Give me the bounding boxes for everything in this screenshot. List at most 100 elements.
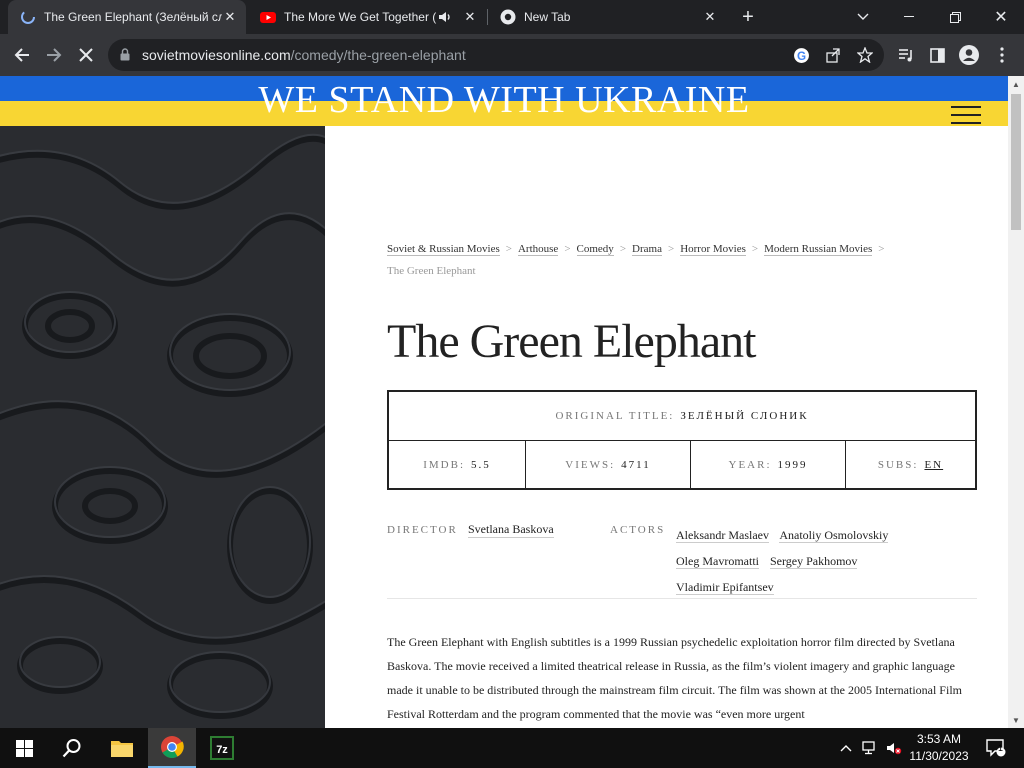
clock-date: 11/30/2023	[909, 749, 969, 763]
actors-list: Aleksandr Maslaev Anatoliy Osmolovskiy O…	[676, 522, 966, 600]
imdb-cell: IMDB: 5.5	[389, 441, 526, 488]
section-divider	[387, 598, 977, 599]
breadcrumb-modern-russian-movies[interactable]: Modern Russian Movies	[764, 243, 873, 256]
scrollbar-thumb[interactable]	[1011, 94, 1021, 230]
bookmark-star-icon[interactable]	[857, 47, 873, 63]
windows-taskbar: 7z 3:53 AM 11/30/2023 1	[0, 728, 1024, 768]
chrome-taskbar-icon[interactable]	[148, 728, 196, 768]
new-tab-plus-icon[interactable]: +	[726, 0, 770, 34]
topographic-pattern	[0, 126, 325, 728]
director-label: DIRECTOR	[387, 524, 458, 536]
address-bar[interactable]: sovietmoviesonline.com/comedy/the-green-…	[108, 39, 884, 71]
movie-description: The Green Elephant with English subtitle…	[387, 635, 962, 721]
actor-link[interactable]: Oleg Mavromatti	[676, 554, 759, 569]
breadcrumb-soviet-russian-movies[interactable]: Soviet & Russian Movies	[387, 243, 500, 256]
subs-cell: SUBS: EN	[846, 441, 975, 488]
ukraine-banner[interactable]: WE STAND WITH UKRAINE	[0, 76, 1008, 126]
tab-youtube[interactable]: The More We Get Together ( ✕	[248, 0, 486, 34]
svg-text:G: G	[797, 50, 806, 63]
page-title: The Green Elephant	[387, 315, 756, 368]
year-label: YEAR:	[728, 458, 772, 471]
network-icon[interactable]	[858, 728, 882, 768]
breadcrumb-horror-movies[interactable]: Horror Movies	[680, 243, 746, 256]
volume-muted-icon[interactable]	[882, 728, 906, 768]
breadcrumb: Soviet & Russian Movies > Arthouse > Comedy >…	[387, 238, 947, 282]
imdb-value: 5.5	[471, 458, 491, 471]
windows-start-icon[interactable]	[0, 728, 48, 768]
breadcrumb-comedy[interactable]: Comedy	[576, 243, 614, 256]
hamburger-menu-icon[interactable]	[949, 104, 983, 126]
youtube-icon	[260, 12, 276, 23]
subs-link[interactable]: EN	[924, 459, 943, 471]
show-hidden-icons-chevron-icon[interactable]	[834, 728, 858, 768]
actor-link[interactable]: Sergey Pakhomov	[769, 554, 858, 569]
scroll-down-arrow-icon[interactable]: ▼	[1008, 712, 1024, 728]
close-window-icon[interactable]: ✕	[978, 0, 1024, 34]
original-title-value: ЗЕЛЁНЫЙ СЛОНИК	[680, 410, 809, 422]
views-cell: VIEWS: 4711	[526, 441, 691, 488]
movie-info-table: ORIGINAL TITLE: ЗЕЛЁНЫЙ СЛОНИК IMDB: 5.5…	[387, 390, 977, 490]
seven-zip-icon[interactable]: 7z	[198, 728, 246, 768]
side-panel-icon[interactable]	[922, 40, 952, 70]
close-tab-icon[interactable]: ✕	[462, 9, 478, 25]
tab-new-tab[interactable]: New Tab ✕	[488, 0, 726, 34]
browser-toolbar: sovietmoviesonline.com/comedy/the-green-…	[0, 34, 1024, 76]
back-arrow-icon[interactable]	[7, 40, 37, 70]
actor-link[interactable]: Vladimir Epifantsev	[676, 580, 774, 595]
original-title-label: ORIGINAL TITLE:	[555, 410, 675, 422]
actors-label: ACTORS	[610, 524, 666, 536]
page-viewport: WE STAND WITH UKRAINE Soviet & Russian M…	[0, 76, 1024, 728]
subs-label: SUBS:	[877, 458, 919, 471]
clock-time: 3:53 AM	[916, 732, 962, 746]
tab-title: The More We Get Together (	[284, 10, 437, 24]
minimize-icon[interactable]	[886, 0, 932, 34]
close-tab-icon[interactable]: ✕	[702, 9, 718, 25]
stats-row: IMDB: 5.5 VIEWS: 4711 YEAR: 1999 SUBS: E…	[389, 441, 975, 488]
year-value: 1999	[777, 458, 808, 471]
loading-icon	[21, 10, 35, 24]
svg-text:7z: 7z	[216, 744, 228, 756]
close-tab-icon[interactable]: ✕	[222, 9, 238, 25]
media-control-icon[interactable]	[891, 40, 921, 70]
tab-title: The Green Elephant (Зелёный сл	[44, 10, 222, 24]
url-host: sovietmoviesonline.com	[142, 47, 291, 63]
notification-count: 1	[998, 743, 1004, 753]
breadcrumb-separator: >	[751, 243, 759, 255]
scroll-up-arrow-icon[interactable]: ▲	[1008, 76, 1024, 92]
chrome-icon	[500, 9, 516, 25]
breadcrumb-separator: >	[564, 243, 571, 255]
breadcrumb-separator: >	[619, 243, 627, 255]
profile-avatar-icon[interactable]	[954, 40, 984, 70]
subs-value[interactable]: EN	[924, 459, 943, 471]
google-lens-icon[interactable]: G	[793, 47, 810, 64]
views-value: 4711	[621, 458, 651, 471]
more-menu-icon[interactable]	[987, 40, 1017, 70]
breadcrumb-arthouse[interactable]: Arthouse	[517, 243, 559, 256]
movie-content: Soviet & Russian Movies > Arthouse > Comedy >…	[387, 126, 977, 728]
decorative-topography-background	[0, 126, 325, 728]
breadcrumb-drama[interactable]: Drama	[632, 243, 662, 256]
views-label: VIEWS:	[565, 458, 616, 471]
url-text[interactable]: sovietmoviesonline.com/comedy/the-green-…	[142, 47, 466, 63]
tab-search-chevron-icon[interactable]	[840, 0, 886, 34]
year-cell: YEAR: 1999	[691, 441, 846, 488]
system-clock[interactable]: 3:53 AM 11/30/2023	[904, 731, 974, 765]
file-explorer-icon[interactable]	[98, 728, 146, 768]
share-icon[interactable]	[825, 47, 841, 63]
tab-green-elephant[interactable]: The Green Elephant (Зелёный сл ✕	[8, 0, 246, 34]
actor-link[interactable]: Anatoliy Osmolovskiy	[779, 528, 889, 543]
breadcrumb-current: The Green Elephant	[387, 265, 476, 277]
stop-loading-icon[interactable]	[71, 40, 101, 70]
restore-icon[interactable]	[932, 0, 978, 34]
director-link[interactable]: Svetlana Baskova	[468, 522, 554, 538]
lock-icon[interactable]	[120, 48, 130, 61]
page-scrollbar[interactable]: ▲ ▼	[1008, 76, 1024, 728]
audio-playing-icon[interactable]	[438, 10, 452, 24]
banner-text: WE STAND WITH UKRAINE	[258, 79, 750, 121]
notifications-icon[interactable]: 1	[978, 728, 1014, 768]
imdb-label: IMDB:	[423, 458, 466, 471]
actor-link[interactable]: Aleksandr Maslaev	[676, 528, 769, 543]
search-icon[interactable]	[48, 728, 96, 768]
tab-strip: The Green Elephant (Зелёный сл ✕ The Mor…	[0, 0, 1024, 34]
forward-arrow-icon[interactable]	[39, 40, 69, 70]
